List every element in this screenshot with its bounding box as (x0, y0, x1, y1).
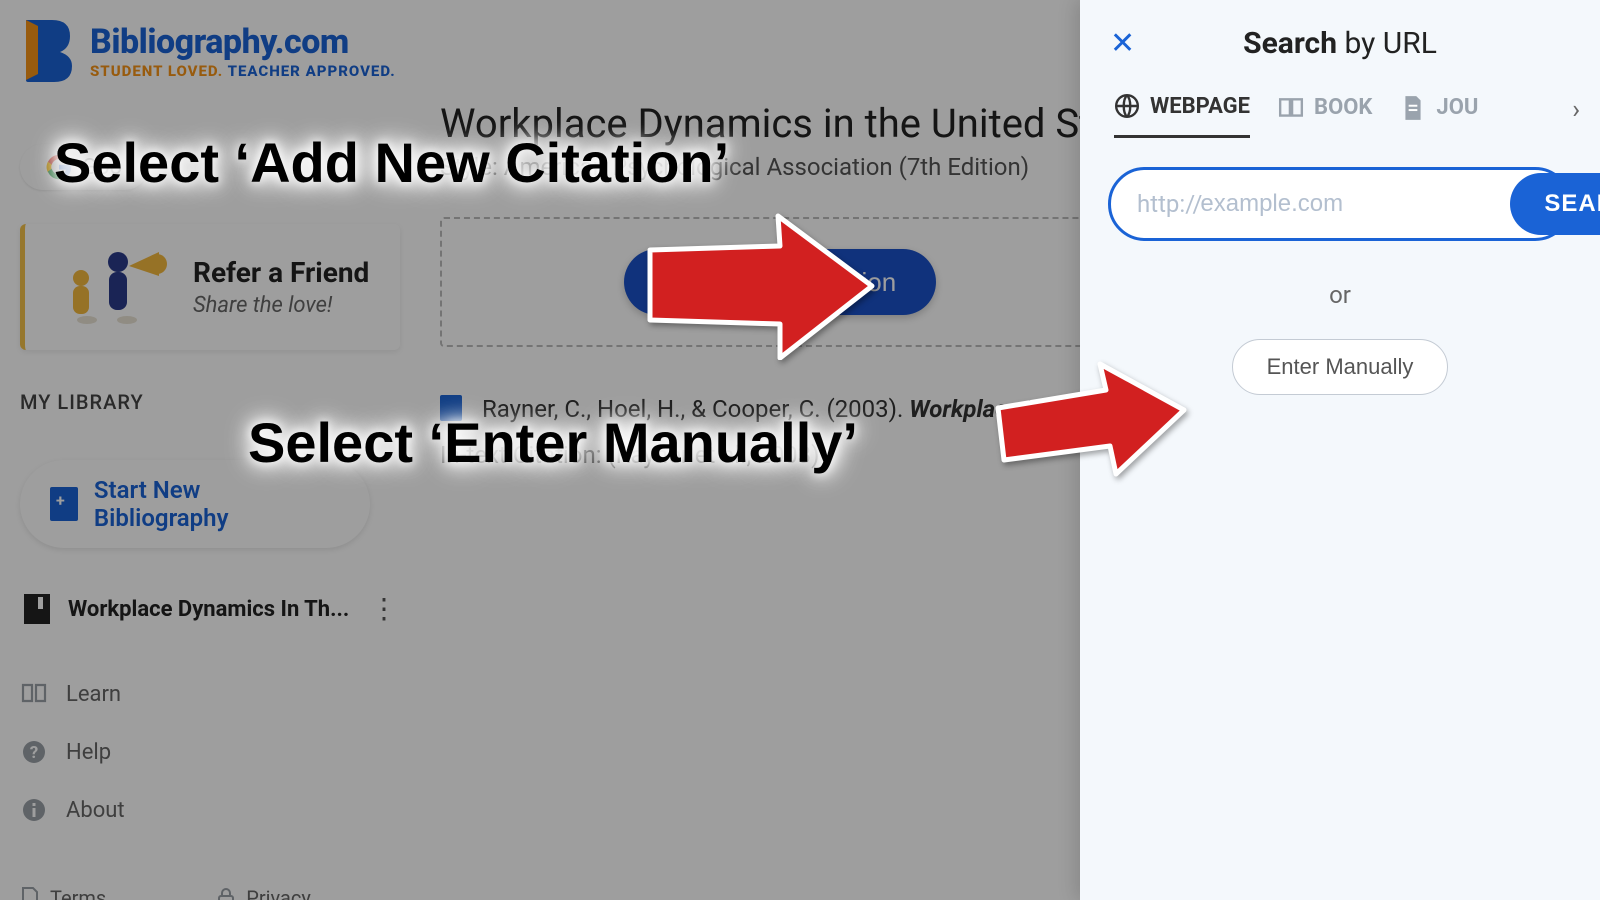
nav-about[interactable]: About (20, 796, 400, 824)
panel-title: Search by URL (1243, 26, 1437, 61)
nav-learn[interactable]: Learn (20, 680, 400, 708)
sidebar-footer: Terms Privacy (20, 886, 311, 900)
refer-illustration-icon (49, 242, 169, 332)
lock-icon (216, 887, 236, 900)
brand-tagline: STUDENT LOVED. TEACHER APPROVED. (90, 62, 396, 80)
url-prefix-label: http:// (1137, 190, 1202, 218)
annotation-arrow-2-icon (990, 360, 1190, 480)
refer-friend-card[interactable]: Refer a Friend Share the love! (20, 224, 400, 350)
refer-subtitle: Share the love! (193, 293, 369, 318)
source-type-tabs: WEBPAGE BOOK JOU › (1108, 85, 1572, 139)
globe-icon (1114, 93, 1140, 119)
book-icon (440, 395, 462, 421)
logo-mark-icon (20, 18, 76, 84)
intext-value: (Rayner et al., 2003) (607, 441, 819, 469)
nav-privacy[interactable]: Privacy (216, 886, 311, 900)
url-search-field-wrapper[interactable]: http:// SEARCH (1108, 167, 1572, 241)
url-search-input[interactable] (1200, 190, 1510, 218)
sidebar: Bibliography.com STUDENT LOVED. TEACHER … (0, 0, 420, 900)
sidebar-nav: Learn ? Help About (20, 680, 400, 824)
brand-logo[interactable]: Bibliography.com STUDENT LOVED. TEACHER … (20, 18, 400, 84)
tab-book[interactable]: BOOK (1278, 95, 1372, 137)
nav-terms[interactable]: Terms (20, 886, 106, 900)
tab-webpage[interactable]: WEBPAGE (1114, 93, 1250, 138)
svg-text:?: ? (30, 743, 38, 763)
tab-journal[interactable]: JOU (1400, 95, 1478, 137)
bibliography-list-item[interactable]: Workplace Dynamics In Th... ⋮ (20, 594, 400, 624)
annotation-arrow-1-icon (640, 210, 880, 360)
info-circle-icon (20, 796, 48, 824)
google-chip-label: Goo (82, 155, 122, 180)
bookmark-icon (24, 594, 50, 624)
book-open-icon (1278, 95, 1304, 121)
close-panel-button[interactable]: ✕ (1110, 26, 1135, 61)
start-new-bibliography-button[interactable]: Start New Bibliography (20, 460, 370, 548)
intext-label: In-text Citation: (440, 441, 602, 469)
my-library-label: MY LIBRARY (20, 390, 400, 414)
journal-page-icon (1400, 95, 1426, 121)
document-icon (20, 887, 40, 900)
help-circle-icon: ? (20, 738, 48, 766)
google-g-icon (46, 154, 72, 180)
search-button[interactable]: SEARCH (1510, 173, 1600, 235)
bibliography-item-title: Workplace Dynamics In Th... (68, 597, 349, 622)
or-divider-label: or (1108, 281, 1572, 309)
brand-title: Bibliography.com (90, 22, 396, 62)
refer-title: Refer a Friend (193, 256, 369, 289)
citation-authors: Rayner, C., Hoel, H., & Cooper, C. (2003… (482, 395, 903, 423)
google-signin-chip[interactable]: Goo (20, 144, 148, 190)
start-bib-label: Start New Bibliography (94, 476, 340, 532)
tabs-scroll-right-button[interactable]: › (1572, 95, 1580, 125)
new-doc-plus-icon (50, 487, 78, 521)
book-open-icon (20, 680, 48, 708)
kebab-menu-icon[interactable]: ⋮ (370, 604, 396, 614)
nav-help[interactable]: ? Help (20, 738, 400, 766)
enter-manually-button[interactable]: Enter Manually (1232, 339, 1449, 395)
